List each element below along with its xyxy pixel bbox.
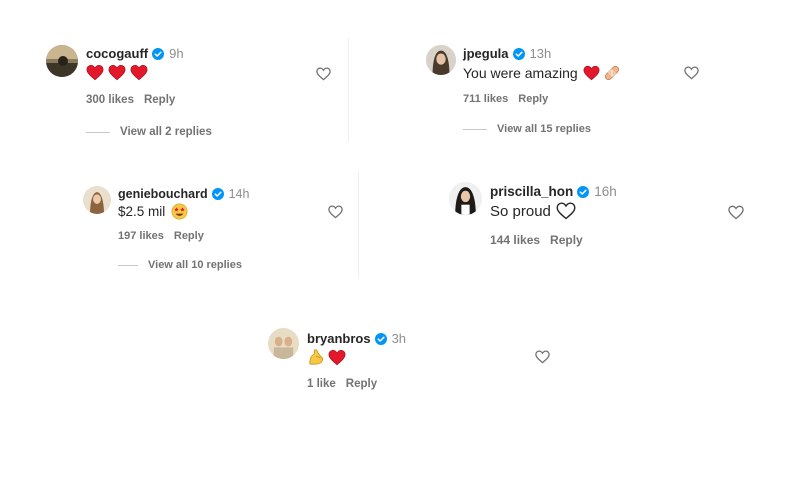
username[interactable]: cocogauff	[86, 46, 148, 61]
verified-badge-icon	[152, 47, 165, 60]
avatar[interactable]	[83, 186, 111, 214]
avatar[interactable]	[46, 45, 78, 77]
comment-text	[86, 64, 148, 81]
like-count[interactable]: 300 likes	[86, 94, 134, 106]
username[interactable]: jpegula	[463, 46, 509, 61]
replies-divider-line	[86, 131, 110, 133]
verified-badge-icon	[374, 332, 387, 345]
avatar[interactable]	[268, 328, 299, 359]
panel-divider-middle	[358, 172, 359, 278]
replies-divider-line	[118, 264, 138, 266]
view-replies-label: View all 10 replies	[148, 259, 242, 271]
comment-text: You were amazing	[463, 64, 621, 82]
like-heart-icon[interactable]	[316, 67, 331, 81]
like-heart-icon[interactable]	[728, 205, 744, 220]
reply-button[interactable]: Reply	[174, 230, 204, 242]
like-heart-icon[interactable]	[328, 205, 343, 219]
verified-badge-icon	[577, 185, 590, 198]
comment-text	[307, 348, 346, 366]
heart-emoji-icon	[328, 349, 346, 366]
view-replies-button[interactable]: View all 2 replies	[86, 126, 212, 138]
like-heart-icon[interactable]	[535, 350, 550, 364]
avatar[interactable]	[449, 182, 482, 215]
view-replies-label: View all 2 replies	[120, 126, 212, 138]
heart-emoji-icon	[108, 64, 126, 81]
heart-emoji-icon	[130, 64, 148, 81]
replies-divider-line	[463, 128, 487, 130]
username[interactable]: bryanbros	[307, 331, 371, 346]
view-replies-button[interactable]: View all 15 replies	[463, 123, 591, 135]
comment-meta: 300 likes Reply	[86, 94, 175, 106]
bandage-emoji-icon	[603, 64, 621, 82]
timestamp[interactable]: 14h	[229, 187, 250, 201]
timestamp[interactable]: 9h	[169, 46, 183, 61]
comment-meta: 1 like Reply	[307, 378, 377, 390]
like-count[interactable]: 144 likes	[490, 233, 540, 247]
username[interactable]: priscilla_hon	[490, 184, 573, 199]
like-count[interactable]: 711 likes	[463, 93, 508, 105]
avatar[interactable]	[426, 45, 456, 75]
verified-badge-icon	[512, 47, 525, 60]
comment-meta: 144 likes Reply	[490, 233, 583, 247]
like-count[interactable]: 1 like	[307, 378, 336, 390]
verified-badge-icon	[211, 188, 224, 200]
like-count[interactable]: 197 likes	[118, 230, 164, 242]
view-replies-button[interactable]: View all 10 replies	[118, 259, 242, 271]
panel-divider-top	[348, 38, 349, 142]
heart-emoji-icon	[86, 64, 104, 81]
white-heart-emoji-icon	[556, 202, 576, 220]
heart-emoji-icon	[583, 65, 600, 81]
reply-button[interactable]: Reply	[550, 233, 583, 247]
flexed-biceps-emoji-icon	[307, 348, 325, 366]
username[interactable]: geniebouchard	[118, 187, 208, 201]
star-struck-emoji-icon	[171, 203, 188, 220]
comment-meta: 711 likes Reply	[463, 93, 548, 105]
timestamp[interactable]: 3h	[392, 331, 406, 346]
timestamp[interactable]: 16h	[594, 184, 617, 199]
timestamp[interactable]: 13h	[530, 46, 552, 61]
view-replies-label: View all 15 replies	[497, 123, 591, 135]
reply-button[interactable]: Reply	[144, 94, 175, 106]
comment-meta: 197 likes Reply	[118, 230, 204, 242]
reply-button[interactable]: Reply	[518, 93, 548, 105]
reply-button[interactable]: Reply	[346, 378, 377, 390]
like-heart-icon[interactable]	[684, 66, 699, 80]
comment-text: So proud	[490, 202, 576, 220]
comment-text: $2.5 mil	[118, 203, 188, 220]
